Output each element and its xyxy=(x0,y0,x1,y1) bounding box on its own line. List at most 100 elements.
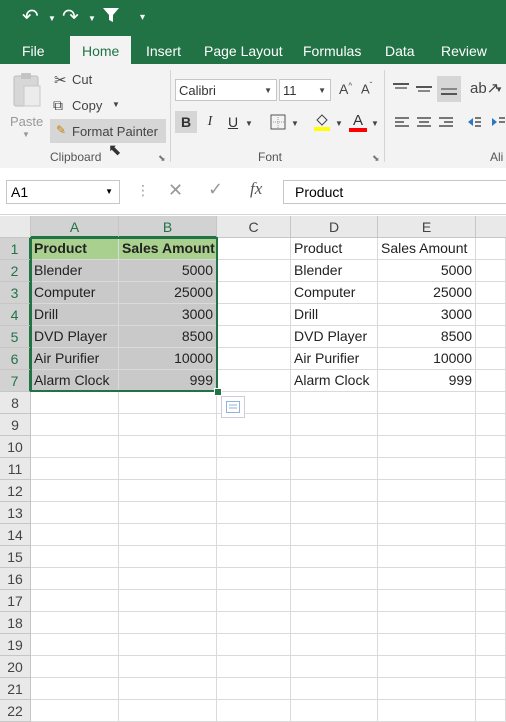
font-size-select[interactable]: 11 ▼ xyxy=(279,79,331,101)
grid-cell[interactable] xyxy=(476,700,506,722)
cut-button[interactable]: ✂ Cut xyxy=(52,70,112,90)
grid-cell[interactable] xyxy=(476,326,506,348)
grid-cell[interactable] xyxy=(378,436,476,458)
grid-cell[interactable] xyxy=(476,370,506,392)
cell-b2[interactable]: 5000 xyxy=(119,260,217,282)
tab-insert[interactable]: Insert xyxy=(146,43,181,59)
cell-d3[interactable]: Computer xyxy=(291,282,378,304)
row-header-12[interactable]: 12 xyxy=(0,480,31,502)
cell-d6[interactable]: Air Purifier xyxy=(291,348,378,370)
orientation-dropdown-icon[interactable]: ▼ xyxy=(495,85,503,94)
grid-cell[interactable] xyxy=(291,634,378,656)
filter-icon[interactable] xyxy=(102,6,120,29)
grid-cell[interactable] xyxy=(119,612,217,634)
cell-d1[interactable]: Product xyxy=(291,238,378,260)
quick-analysis-button[interactable] xyxy=(221,396,245,418)
row-header-16[interactable]: 16 xyxy=(0,568,31,590)
grid-cell[interactable] xyxy=(217,590,291,612)
grid-cell[interactable] xyxy=(31,436,119,458)
grid-cell[interactable] xyxy=(31,414,119,436)
grid-cell[interactable] xyxy=(476,656,506,678)
grid-cell[interactable] xyxy=(217,656,291,678)
grid-cell[interactable] xyxy=(378,392,476,414)
decrease-font-size-icon[interactable]: Aˇ xyxy=(361,81,372,96)
cell-a6[interactable]: Air Purifier xyxy=(31,348,119,370)
row-header-19[interactable]: 19 xyxy=(0,634,31,656)
tab-data[interactable]: Data xyxy=(385,43,415,59)
grid-cell[interactable] xyxy=(291,656,378,678)
row-header-20[interactable]: 20 xyxy=(0,656,31,678)
cell-a3[interactable]: Computer xyxy=(31,282,119,304)
grid-cell[interactable] xyxy=(476,348,506,370)
cancel-icon[interactable]: ✕ xyxy=(168,180,183,201)
grid-cell[interactable] xyxy=(31,700,119,722)
grid-cell[interactable] xyxy=(119,700,217,722)
grid-cell[interactable] xyxy=(217,348,291,370)
grid-cell[interactable] xyxy=(119,480,217,502)
cell-e7[interactable]: 999 xyxy=(378,370,476,392)
grid-cell[interactable] xyxy=(217,612,291,634)
grid-cell[interactable] xyxy=(476,304,506,326)
decrease-indent-button[interactable] xyxy=(466,114,482,130)
cell-b3[interactable]: 25000 xyxy=(119,282,217,304)
underline-button[interactable]: U xyxy=(222,111,244,133)
column-header-a[interactable]: A xyxy=(31,216,119,238)
row-header-9[interactable]: 9 xyxy=(0,414,31,436)
grid-cell[interactable] xyxy=(119,590,217,612)
column-header-f[interactable] xyxy=(476,216,506,238)
grid-cell[interactable] xyxy=(217,700,291,722)
redo-dropdown-icon[interactable]: ▼ xyxy=(88,14,96,23)
grid-cell[interactable] xyxy=(476,282,506,304)
grid-cell[interactable] xyxy=(291,568,378,590)
more-options-icon[interactable]: ⋮ xyxy=(136,182,150,199)
grid-cell[interactable] xyxy=(476,414,506,436)
row-header-13[interactable]: 13 xyxy=(0,502,31,524)
grid-cell[interactable] xyxy=(378,458,476,480)
grid-cell[interactable] xyxy=(119,546,217,568)
align-center-button[interactable] xyxy=(416,116,432,130)
grid-cell[interactable] xyxy=(378,700,476,722)
grid-cell[interactable] xyxy=(476,678,506,700)
name-box[interactable]: A1 ▼ xyxy=(6,180,120,204)
grid-cell[interactable] xyxy=(31,656,119,678)
cell-a7[interactable]: Alarm Clock xyxy=(31,370,119,392)
grid-cell[interactable] xyxy=(217,634,291,656)
grid-cell[interactable] xyxy=(291,502,378,524)
row-header-21[interactable]: 21 xyxy=(0,678,31,700)
row-header-2[interactable]: 2 xyxy=(0,260,31,282)
tab-page-layout[interactable]: Page Layout xyxy=(204,43,283,59)
grid-cell[interactable] xyxy=(291,480,378,502)
row-header-3[interactable]: 3 xyxy=(0,282,31,304)
grid-cell[interactable] xyxy=(378,480,476,502)
borders-button[interactable] xyxy=(267,111,289,133)
grid-cell[interactable] xyxy=(476,546,506,568)
row-header-1[interactable]: 1 xyxy=(0,238,31,260)
customize-qat-icon[interactable]: ▾ xyxy=(140,12,145,23)
top-align-button[interactable] xyxy=(392,82,410,98)
grid-cell[interactable] xyxy=(291,524,378,546)
cell-a4[interactable]: Drill xyxy=(31,304,119,326)
grid-cell[interactable] xyxy=(378,546,476,568)
grid-cell[interactable] xyxy=(217,326,291,348)
grid-cell[interactable] xyxy=(217,282,291,304)
grid-cell[interactable] xyxy=(378,502,476,524)
undo-icon[interactable]: ↶ xyxy=(22,6,39,28)
font-color-dropdown-icon[interactable]: ▼ xyxy=(371,119,379,128)
grid-cell[interactable] xyxy=(217,678,291,700)
font-name-select[interactable]: Calibri ▼ xyxy=(175,79,277,101)
fill-handle[interactable] xyxy=(214,388,222,396)
font-launcher-icon[interactable]: ⬊ xyxy=(372,153,380,164)
grid-cell[interactable] xyxy=(291,612,378,634)
cell-a5[interactable]: DVD Player xyxy=(31,326,119,348)
grid-cell[interactable] xyxy=(378,678,476,700)
cell-b5[interactable]: 8500 xyxy=(119,326,217,348)
row-header-11[interactable]: 11 xyxy=(0,458,31,480)
cell-e5[interactable]: 8500 xyxy=(378,326,476,348)
grid-cell[interactable] xyxy=(291,392,378,414)
grid-cell[interactable] xyxy=(217,480,291,502)
cell-d4[interactable]: Drill xyxy=(291,304,378,326)
grid-cell[interactable] xyxy=(31,568,119,590)
grid-cell[interactable] xyxy=(291,458,378,480)
grid-cell[interactable] xyxy=(291,436,378,458)
grid-cell[interactable] xyxy=(476,260,506,282)
